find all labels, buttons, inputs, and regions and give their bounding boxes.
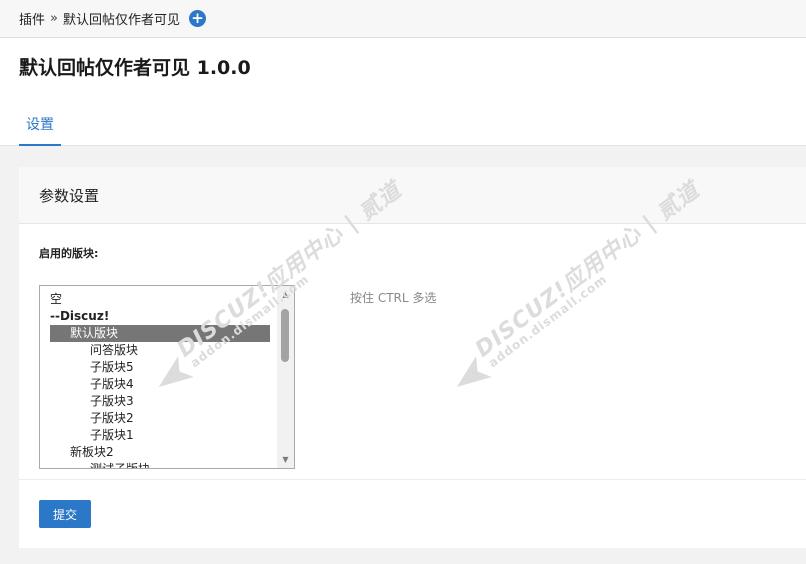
listbox-scrollbar[interactable]: ▲ ▼ <box>277 286 294 468</box>
forum-option[interactable]: 问答版块 <box>50 342 270 359</box>
forum-option[interactable]: 子版块1 <box>50 427 270 444</box>
breadcrumb-current: 默认回帖仅作者可见 <box>62 13 180 28</box>
forum-option[interactable]: 子版块2 <box>50 410 270 427</box>
forum-option[interactable]: 空 <box>50 291 270 308</box>
scroll-up-arrow-icon[interactable]: ▲ <box>277 286 294 303</box>
page-title: 默认回帖仅作者可见 1.0.0 <box>19 57 251 79</box>
panel-title: 参数设置 <box>19 167 806 224</box>
forum-option[interactable]: 默认版块 <box>50 325 270 342</box>
forum-option[interactable]: 测试子版块 <box>50 461 270 468</box>
divider <box>19 479 806 480</box>
forum-multiselect[interactable]: 空 --Discuz! 默认版块 问答版块 子版块5 子版块4 子版块3 子版块2 子版块1 新板… <box>39 285 295 469</box>
page-header: 默认回帖仅作者可见 1.0.0 设置 <box>0 38 806 146</box>
forum-option[interactable]: 子版块3 <box>50 393 270 410</box>
scrollbar-thumb[interactable] <box>281 309 289 362</box>
tab-settings[interactable]: 设置 <box>19 104 61 146</box>
forum-option[interactable]: 子版块5 <box>50 359 270 376</box>
settings-panel: 参数设置 启用的版块: 空 --Discuz! 默认版块 问答版块 子版块5 子版块4 子版… <box>19 167 806 548</box>
forum-options: 空 --Discuz! 默认版块 问答版块 子版块5 子版块4 子版块3 子版块2 子版块1 新板… <box>50 291 270 468</box>
breadcrumb-parent-link[interactable]: 插件 <box>19 9 45 28</box>
multiselect-hint: 按住 CTRL 多选 <box>350 291 437 305</box>
scroll-down-arrow-icon[interactable]: ▼ <box>277 451 294 468</box>
forum-option[interactable]: --Discuz! <box>50 308 270 325</box>
forum-option[interactable]: 新板块2 <box>50 444 270 461</box>
breadcrumb-bar: 插件 » 默认回帖仅作者可见 + <box>0 0 806 38</box>
forum-option[interactable]: 子版块4 <box>50 376 270 393</box>
add-icon[interactable]: + <box>189 10 206 27</box>
forum-select-label: 启用的版块: <box>39 247 99 260</box>
submit-button[interactable]: 提交 <box>39 500 91 528</box>
breadcrumb-separator: » <box>50 11 58 26</box>
